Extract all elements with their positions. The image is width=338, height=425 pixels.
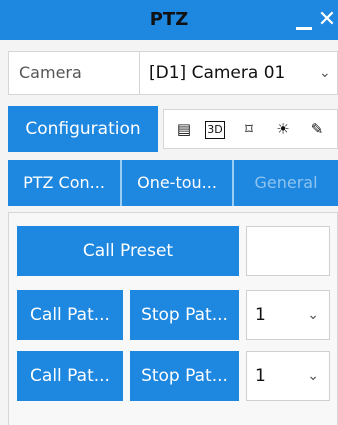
preset-panel: Call Preset Call Pat... Stop Pat... 1 ⌄ … <box>8 212 338 425</box>
patrol-select-value: 1 <box>255 305 266 325</box>
pattern-select[interactable]: 1 ⌄ <box>246 351 330 401</box>
close-icon[interactable]: ✕ <box>316 8 338 32</box>
call-preset-button[interactable]: Call Preset <box>17 226 239 276</box>
window-title: PTZ <box>149 9 189 30</box>
tab-general[interactable]: General <box>234 160 338 206</box>
wiper-icon[interactable]: ✎ <box>307 119 327 139</box>
configuration-button[interactable]: Configuration <box>8 106 158 152</box>
title-bar: PTZ ✕ <box>0 0 338 40</box>
pattern-select-value: 1 <box>255 366 266 386</box>
ptz-window: PTZ ✕ Camera [D1] Camera 01 ⌄ Configurat… <box>0 0 338 425</box>
call-pattern-button[interactable]: Call Pat... <box>17 351 123 401</box>
stop-patrol-button[interactable]: Stop Pat... <box>130 290 239 340</box>
camera-label: Camera <box>9 52 140 94</box>
config-row: Configuration ▤ 3D ⌑ ☀ ✎ <box>8 106 338 152</box>
tab-ptz-control[interactable]: PTZ Con... <box>8 160 120 206</box>
camera-select[interactable]: [D1] Camera 01 ⌄ <box>147 52 338 94</box>
call-patrol-button[interactable]: Call Pat... <box>17 290 123 340</box>
camera-selected-value: [D1] Camera 01 <box>149 63 286 83</box>
tab-bar: PTZ Con... One-tou... General <box>8 160 338 206</box>
chevron-down-icon: ⌄ <box>307 368 319 384</box>
chevron-down-icon: ⌄ <box>319 65 331 81</box>
patrol-select[interactable]: 1 ⌄ <box>246 290 330 340</box>
preset-number-input[interactable] <box>246 226 330 276</box>
chevron-down-icon: ⌄ <box>307 307 319 323</box>
tab-one-touch[interactable]: One-tou... <box>122 160 232 206</box>
camera-row: Camera [D1] Camera 01 ⌄ <box>8 51 338 95</box>
minimize-icon[interactable] <box>296 12 312 30</box>
list-icon[interactable]: ▤ <box>174 119 194 139</box>
ptz-toolbar: ▤ 3D ⌑ ☀ ✎ <box>163 109 338 149</box>
3d-icon[interactable]: 3D <box>205 121 225 139</box>
stop-pattern-button[interactable]: Stop Pat... <box>130 351 239 401</box>
focus-frame-icon[interactable]: ⌑ <box>239 119 259 139</box>
light-icon[interactable]: ☀ <box>273 119 293 139</box>
